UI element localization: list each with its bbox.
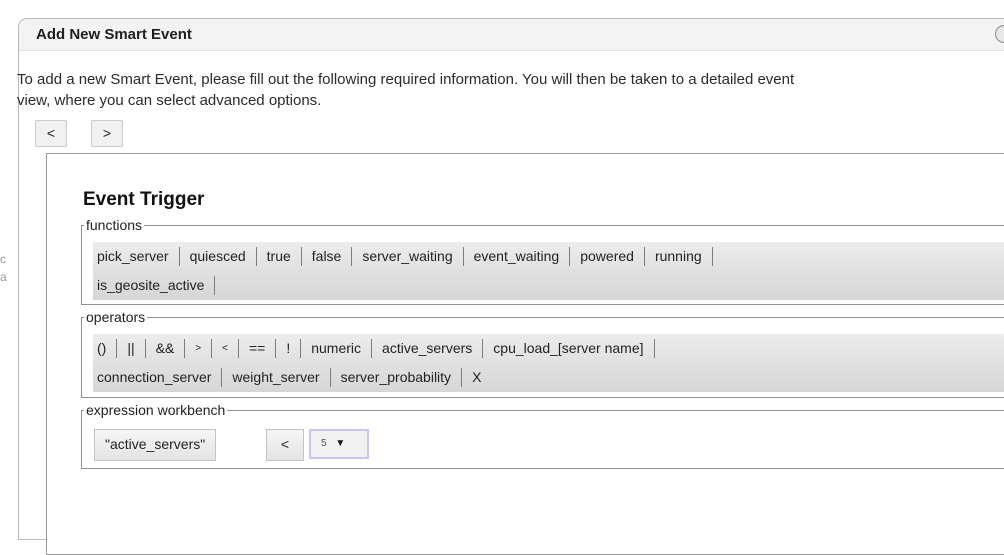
chevron-down-icon: ▼ — [335, 438, 346, 449]
operator-token[interactable]: && — [146, 339, 186, 358]
dialog-header: Add New Smart Event — [19, 19, 1004, 51]
functions-row-1: pick_server quiesced true false server_w… — [93, 242, 1004, 271]
operators-row-2: connection_server weight_server server_p… — [93, 363, 1004, 392]
function-token[interactable]: event_waiting — [464, 247, 571, 266]
intro-line-2: view, where you can select advanced opti… — [17, 92, 322, 109]
operator-token[interactable]: () — [93, 339, 118, 358]
intro-line-1: To add a new Smart Event, please fill ou… — [17, 71, 795, 88]
operator-token[interactable]: ! — [276, 339, 302, 358]
add-smart-event-dialog: Add New Smart Event To add a new Smart E… — [17, 18, 1004, 555]
operator-token[interactable]: > — [185, 339, 213, 358]
event-trigger-title: Event Trigger — [83, 189, 205, 210]
operators-toolbar: () || && > < == ! numeric active_servers… — [93, 334, 1004, 392]
operator-token[interactable]: active_servers — [372, 339, 484, 358]
functions-toolbar: pick_server quiesced true false server_w… — [93, 242, 1004, 300]
next-button[interactable]: > — [91, 120, 123, 147]
functions-legend: functions — [86, 217, 143, 233]
select-value: 5 — [321, 438, 327, 449]
function-token[interactable]: pick_server — [93, 247, 180, 266]
operator-token[interactable]: == — [239, 339, 277, 358]
function-token[interactable]: running — [645, 247, 713, 266]
operator-token[interactable]: cpu_load_[server name] — [483, 339, 655, 358]
event-trigger-panel: Event Trigger functions pick_server quie… — [46, 153, 1004, 555]
function-token[interactable]: false — [302, 247, 353, 266]
operators-group: operators () || && > < == ! numeric acti… — [81, 310, 1004, 398]
intro-text: To add a new Smart Event, please fill ou… — [17, 69, 1004, 111]
expression-workbench-group: expression workbench "active_servers" < … — [81, 403, 1004, 469]
operator-token[interactable]: weight_server — [222, 368, 331, 387]
operators-legend: operators — [86, 309, 146, 325]
workbench-legend: expression workbench — [86, 402, 226, 418]
dialog-title: Add New Smart Event — [36, 26, 192, 43]
function-token[interactable]: is_geosite_active — [93, 276, 216, 295]
workbench-value-select[interactable]: 5 ▼ — [309, 429, 369, 459]
previous-button[interactable]: < — [35, 120, 67, 147]
function-token[interactable]: quiesced — [180, 247, 257, 266]
workbench-operator-token[interactable]: < — [266, 429, 304, 461]
workbench-value-token[interactable]: "active_servers" — [94, 429, 217, 461]
close-icon[interactable] — [995, 25, 1004, 43]
functions-row-2: is_geosite_active — [93, 271, 1004, 300]
operator-token[interactable]: connection_server — [93, 368, 223, 387]
function-token[interactable]: true — [257, 247, 302, 266]
operator-token[interactable]: server_probability — [331, 368, 463, 387]
operator-token[interactable]: < — [212, 339, 239, 358]
operators-row-1: () || && > < == ! numeric active_servers… — [93, 334, 1004, 363]
function-token[interactable]: powered — [570, 247, 645, 266]
function-token[interactable]: server_waiting — [352, 247, 464, 266]
functions-group: functions pick_server quiesced true fals… — [81, 218, 1004, 305]
clear-token[interactable]: X — [462, 368, 491, 387]
operator-token[interactable]: || — [117, 339, 146, 358]
background-fragment: ca — [0, 252, 7, 284]
operator-token[interactable]: numeric — [301, 339, 373, 358]
